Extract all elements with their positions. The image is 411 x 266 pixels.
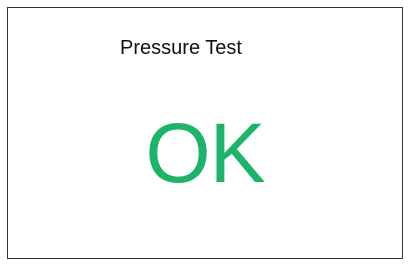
panel-title: Pressure Test <box>120 37 242 59</box>
status-indicator: OK <box>145 106 265 200</box>
pressure-test-panel: Pressure Test OK <box>7 7 403 259</box>
